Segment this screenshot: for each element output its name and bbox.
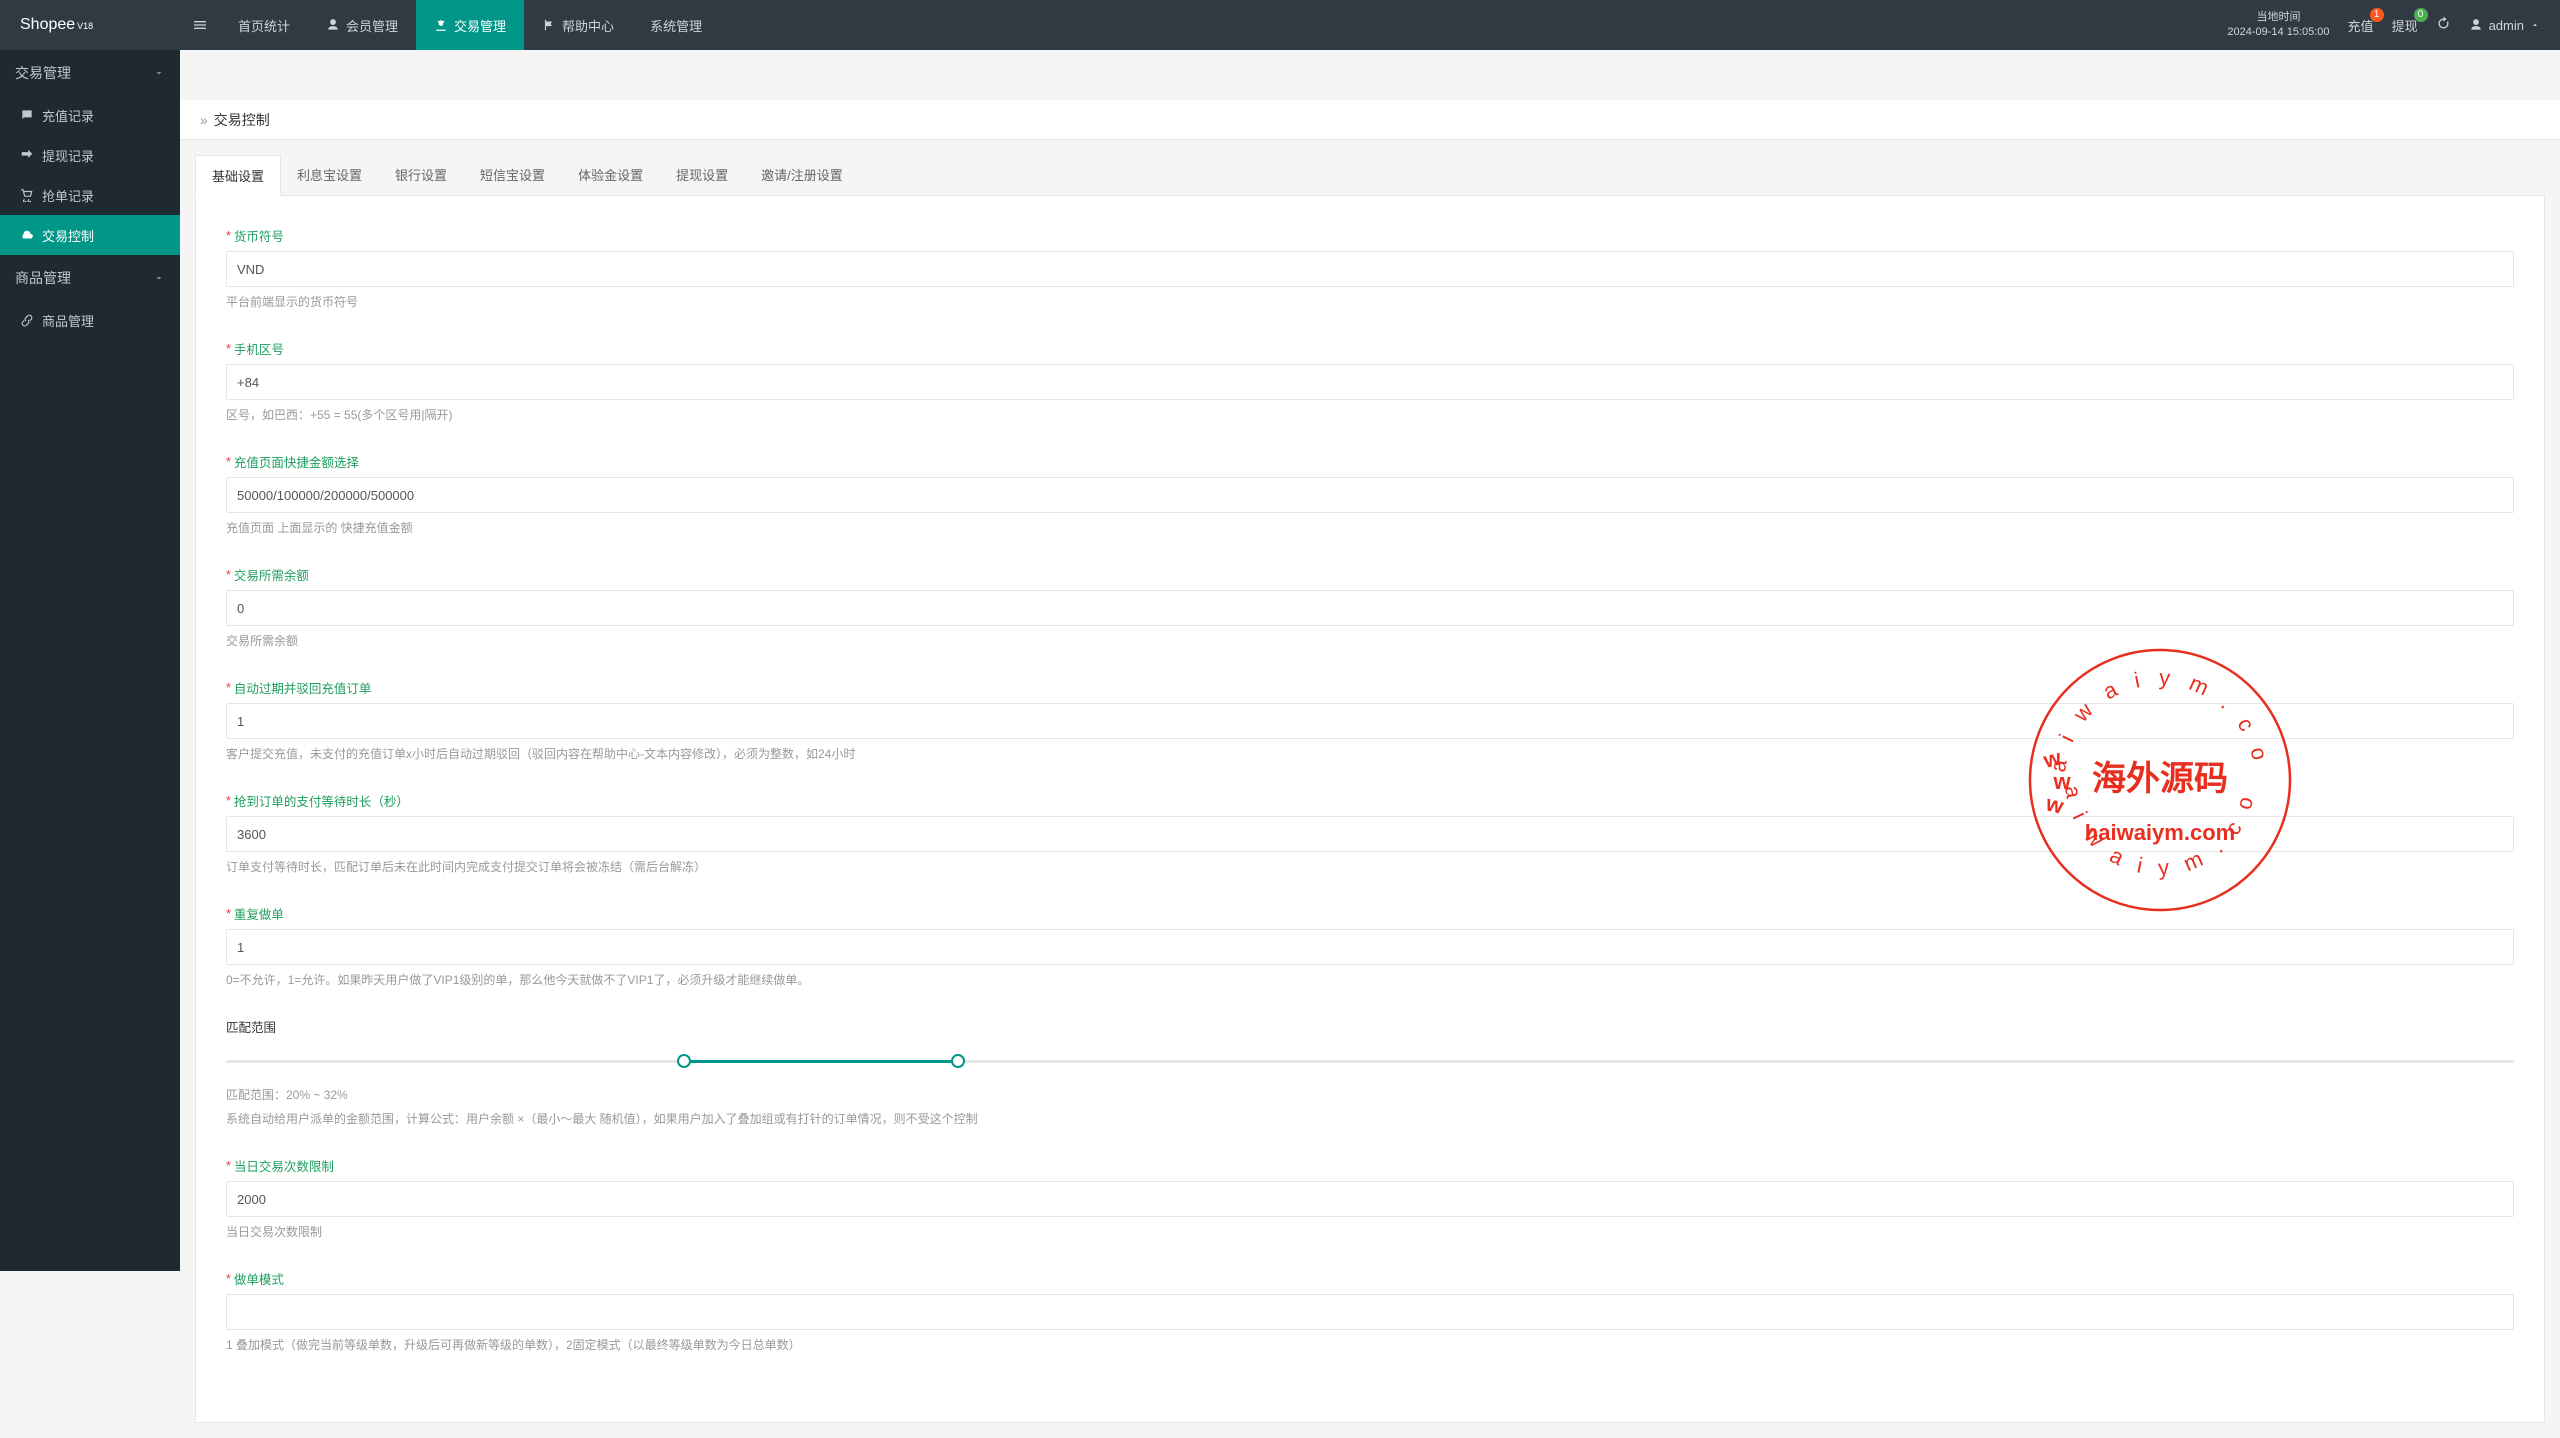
nav-home[interactable]: 首页统计	[220, 0, 308, 50]
flag-icon	[542, 18, 556, 32]
topbar: Shopee V18 首页统计 会员管理 交易管理 帮助中心 系统管理 当地时间…	[0, 0, 2560, 50]
order-mode-input[interactable]	[226, 1294, 2514, 1330]
trade-balance-help: 交易所需余额	[226, 632, 2514, 650]
grab-wait-input[interactable]	[226, 816, 2514, 852]
currency-help: 平台前端显示的货币符号	[226, 293, 2514, 311]
local-time: 当地时间 2024-09-14 15:05:00	[2227, 10, 2329, 41]
nav-system[interactable]: 系统管理	[632, 0, 720, 50]
match-range-slider[interactable]	[226, 1050, 2514, 1072]
comment-icon	[20, 108, 34, 122]
cart-icon	[20, 188, 34, 202]
refresh-button[interactable]	[2436, 16, 2451, 34]
repeat-order-help: 0=不允许，1=允许。如果昨天用户做了VIP1级别的单，那么他今天就做不了VIP…	[226, 971, 2514, 989]
share-icon	[20, 148, 34, 162]
tab-trial[interactable]: 体验金设置	[562, 155, 660, 195]
field-auto-expire: *自动过期并驳回充值订单 客户提交充值，未支付的充值订单x小时后自动过期驳回（驳…	[226, 678, 2514, 763]
brand-name: Shopee	[20, 16, 75, 34]
match-range-value: 匹配范围：20% ~ 32%	[226, 1086, 2514, 1104]
user-icon	[2469, 18, 2483, 32]
nav-trade[interactable]: 交易管理	[416, 0, 524, 50]
tab-invite[interactable]: 邀请/注册设置	[745, 155, 860, 195]
nav-help[interactable]: 帮助中心	[524, 0, 632, 50]
content: 基础设置 利息宝设置 银行设置 短信宝设置 体验金设置 提现设置 邀请/注册设置…	[180, 140, 2560, 1438]
menu-icon	[192, 17, 208, 33]
sidebar-group-trade[interactable]: 交易管理	[0, 50, 180, 95]
field-daily-limit: *当日交易次数限制 当日交易次数限制	[226, 1156, 2514, 1241]
slider-knob-max[interactable]	[951, 1054, 965, 1068]
breadcrumb: » 交易控制	[180, 100, 2560, 140]
tab-withdraw[interactable]: 提现设置	[660, 155, 745, 195]
chevron-up-icon	[2530, 20, 2540, 30]
sidebar-item-trade-control[interactable]: 交易控制	[0, 215, 180, 255]
chevron-down-icon	[153, 272, 165, 284]
sidebar: 交易管理 充值记录 提现记录 抢单记录 交易控制 商品管理 商品管理	[0, 50, 180, 1271]
withdraw-count: 0	[2414, 8, 2428, 22]
breadcrumb-current: 交易控制	[214, 110, 270, 130]
sidebar-toggle[interactable]	[180, 0, 220, 50]
topbar-right: 当地时间 2024-09-14 15:05:00 充值 1 提现 0 admin	[2227, 10, 2560, 41]
link-icon	[20, 313, 34, 327]
tab-bank[interactable]: 银行设置	[379, 155, 464, 195]
breadcrumb-arrow: »	[200, 112, 208, 128]
auto-expire-help: 客户提交充值，未支付的充值订单x小时后自动过期驳回（驳回内容在帮助中心-文本内容…	[226, 745, 2514, 763]
nav-member[interactable]: 会员管理	[308, 0, 416, 50]
cloud-icon	[20, 228, 34, 242]
tabs: 基础设置 利息宝设置 银行设置 短信宝设置 体验金设置 提现设置 邀请/注册设置	[195, 155, 2545, 196]
field-phone-prefix: *手机区号 区号，如巴西：+55 = 55(多个区号用|隔开)	[226, 339, 2514, 424]
phone-prefix-input[interactable]	[226, 364, 2514, 400]
grab-wait-help: 订单支付等待时长，匹配订单后未在此时间内完成支付提交订单将会被冻结（需后台解冻）	[226, 858, 2514, 876]
field-recharge-quick: *充值页面快捷金额选择 充值页面 上面显示的 快捷充值金额	[226, 452, 2514, 537]
tab-interest[interactable]: 利息宝设置	[281, 155, 379, 195]
logo: Shopee V18	[0, 16, 180, 34]
tab-sms[interactable]: 短信宝设置	[464, 155, 562, 195]
refresh-icon	[2436, 16, 2451, 31]
order-mode-help: 1 叠加模式（做完当前等级单数，升级后可再做新等级的单数），2固定模式（以最终等…	[226, 1336, 2514, 1354]
match-range-help: 系统自动给用户派单的金额范围，计算公式：用户余额 ×（最小～最大 随机值），如果…	[226, 1110, 2514, 1128]
recharge-badge[interactable]: 充值 1	[2348, 16, 2374, 35]
brand-version: V18	[77, 21, 93, 31]
field-grab-wait: *抢到订单的支付等待时长（秒） 订单支付等待时长，匹配订单后未在此时间内完成支付…	[226, 791, 2514, 876]
auto-expire-input[interactable]	[226, 703, 2514, 739]
field-order-mode: *做单模式 1 叠加模式（做完当前等级单数，升级后可再做新等级的单数），2固定模…	[226, 1269, 2514, 1354]
field-match-range: 匹配范围 匹配范围：20% ~ 32% 系统自动给用户派单的金额范围，计算公式：…	[226, 1017, 2514, 1128]
sidebar-group-product[interactable]: 商品管理	[0, 255, 180, 300]
sidebar-item-withdraw-log[interactable]: 提现记录	[0, 135, 180, 175]
phone-prefix-help: 区号，如巴西：+55 = 55(多个区号用|隔开)	[226, 406, 2514, 424]
chevron-down-icon	[153, 67, 165, 79]
tab-basic[interactable]: 基础设置	[195, 155, 281, 196]
field-trade-balance: *交易所需余额 交易所需余额	[226, 565, 2514, 650]
trade-balance-input[interactable]	[226, 590, 2514, 626]
user-menu[interactable]: admin	[2469, 18, 2540, 33]
sidebar-item-grab-log[interactable]: 抢单记录	[0, 175, 180, 215]
sidebar-item-recharge-log[interactable]: 充值记录	[0, 95, 180, 135]
tab-panel-basic: *货币符号 平台前端显示的货币符号 *手机区号 区号，如巴西：+55 = 55(…	[195, 196, 2545, 1423]
scale-icon	[434, 18, 448, 32]
recharge-quick-input[interactable]	[226, 477, 2514, 513]
slider-knob-min[interactable]	[677, 1054, 691, 1068]
field-repeat-order: *重复做单 0=不允许，1=允许。如果昨天用户做了VIP1级别的单，那么他今天就…	[226, 904, 2514, 989]
currency-input[interactable]	[226, 251, 2514, 287]
daily-limit-help: 当日交易次数限制	[226, 1223, 2514, 1241]
recharge-count: 1	[2370, 8, 2384, 22]
recharge-quick-help: 充值页面 上面显示的 快捷充值金额	[226, 519, 2514, 537]
field-currency: *货币符号 平台前端显示的货币符号	[226, 226, 2514, 311]
repeat-order-input[interactable]	[226, 929, 2514, 965]
sidebar-item-product-manage[interactable]: 商品管理	[0, 300, 180, 340]
user-icon	[326, 18, 340, 32]
daily-limit-input[interactable]	[226, 1181, 2514, 1217]
withdraw-badge[interactable]: 提现 0	[2392, 16, 2418, 35]
main: » 交易控制 基础设置 利息宝设置 银行设置 短信宝设置 体验金设置 提现设置 …	[180, 100, 2560, 1438]
